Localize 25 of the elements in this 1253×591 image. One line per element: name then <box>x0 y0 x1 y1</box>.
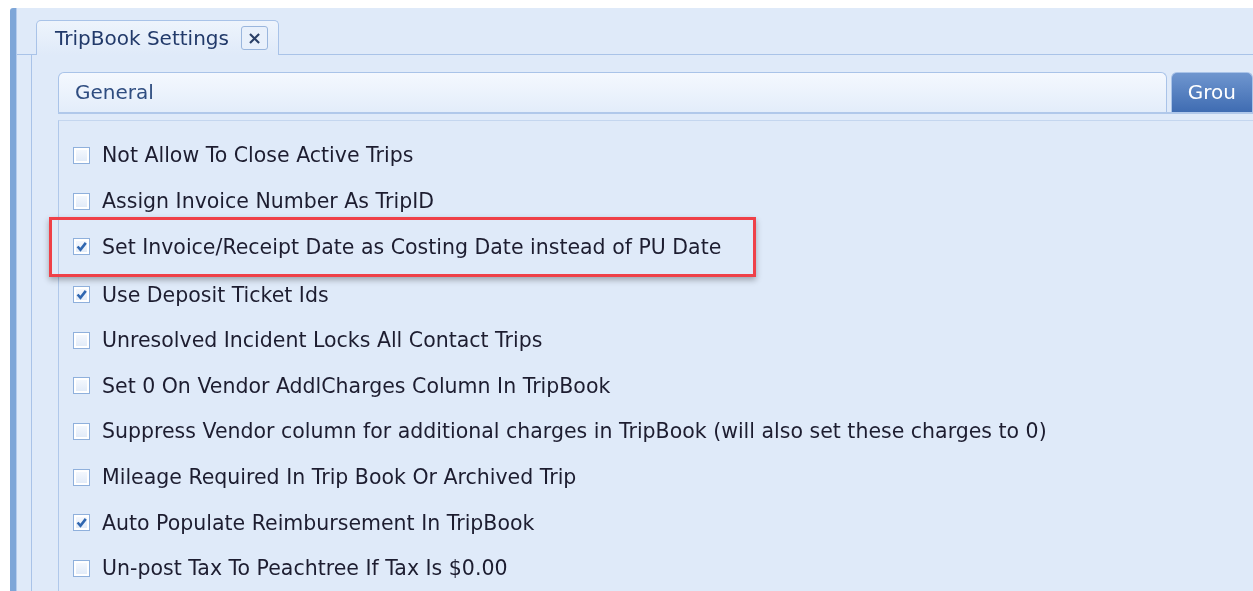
option-label: Set 0 On Vendor AddlCharges Column In TripBook <box>102 373 611 398</box>
tab[interactable]: Grou <box>1170 71 1253 112</box>
option-label: Suppress Vendor column for additional charges in TripBook (will also set these charges to 0) <box>102 419 1047 444</box>
close-button[interactable]: × <box>240 25 268 50</box>
document-tab[interactable]: TripBook Settings × <box>36 20 279 55</box>
option-label: Not Allow To Close Active Trips <box>102 143 414 168</box>
option-label: Use Deposit Ticket Ids <box>102 282 329 307</box>
checkbox[interactable] <box>73 422 90 440</box>
checkbox[interactable] <box>73 559 90 577</box>
checkbox[interactable] <box>73 146 90 164</box>
document-tab-title: TripBook Settings <box>55 25 229 50</box>
checkbox[interactable] <box>73 192 90 210</box>
option-label: Mileage Required In Trip Book Or Archived Trip <box>102 465 577 489</box>
checkbox[interactable] <box>73 331 90 349</box>
checkbox[interactable] <box>73 238 90 256</box>
checkbox[interactable] <box>73 377 90 395</box>
option-label: Auto Populate Reimbursement In TripBook <box>102 510 535 535</box>
checkbox[interactable] <box>73 286 90 304</box>
option-label: Set Invoice/Receipt Date as Costing Date instead of PU Date <box>102 234 722 259</box>
option-label: Assign Invoice Number As TripID <box>102 189 434 214</box>
option-label: Unresolved Incident Locks All Contact Trips <box>102 328 543 353</box>
tab[interactable]: General <box>58 71 1167 112</box>
checkbox[interactable] <box>73 468 90 486</box>
option-label: Un-post Tax To Peachtree If Tax Is $0.00 <box>102 556 508 581</box>
checkbox[interactable] <box>73 514 90 532</box>
